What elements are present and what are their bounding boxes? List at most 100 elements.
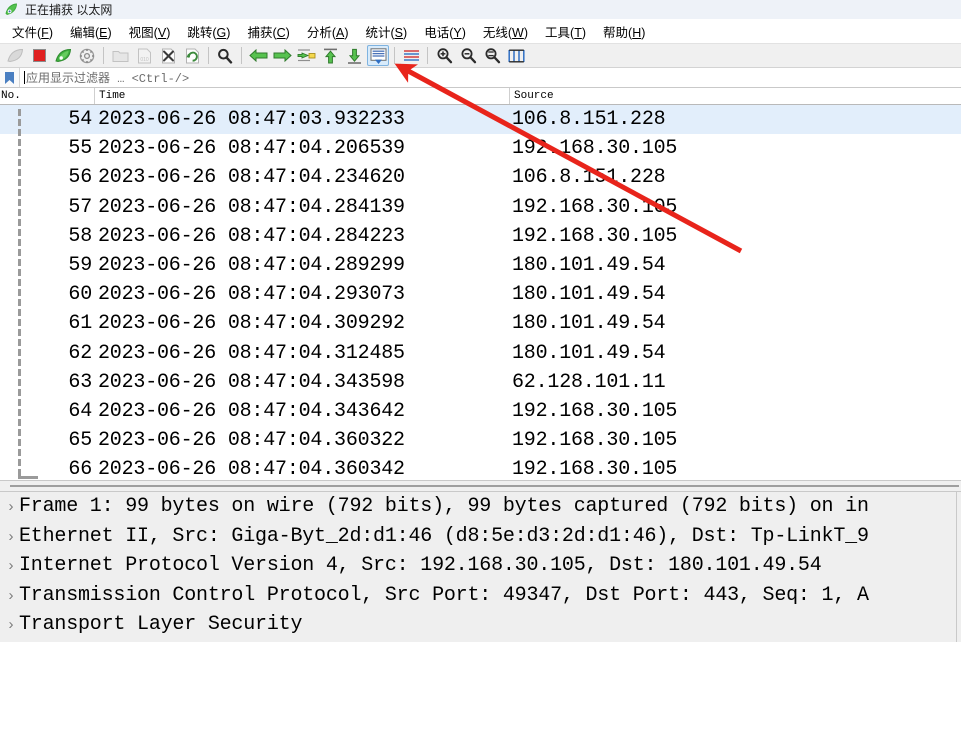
packet-bytes-pane	[0, 652, 961, 737]
packet-source-cell: 192.168.30.105	[512, 429, 678, 453]
packet-row[interactable]: 58 2023-06-26 08:47:04.284223 192.168.30.1…	[0, 221, 961, 251]
packet-row[interactable]: 62 2023-06-26 08:47:04.312485 180.101.49.5…	[0, 338, 961, 368]
packet-time-cell: 2023-06-26 08:47:04.343642	[98, 399, 405, 423]
packet-row[interactable]: 64 2023-06-26 08:47:04.343642 192.168.30.1…	[0, 396, 961, 427]
packet-detail-row[interactable]: › Internet Protocol Version 4, Src: 192.1…	[0, 551, 961, 581]
column-header-no[interactable]: No.	[1, 90, 21, 102]
packet-no-cell: 58	[68, 224, 92, 248]
menu-item-analyze[interactable]: 分析(A)	[299, 20, 358, 43]
menu-item-view[interactable]: 视图(V)	[121, 20, 180, 43]
packet-time-cell: 2023-06-26 08:47:04.289299	[98, 253, 405, 277]
expand-chevron-icon[interactable]: ›	[3, 529, 19, 544]
go-to-packet-icon[interactable]	[295, 45, 317, 66]
packet-row[interactable]: 61 2023-06-26 08:47:04.309292 180.101.49.5…	[0, 309, 961, 339]
packet-detail-text: Transport Layer Security	[19, 613, 303, 637]
capture-options-icon[interactable]	[76, 45, 98, 66]
packet-source-cell: 106.8.151.228	[512, 166, 666, 190]
packet-no-cell: 60	[68, 283, 92, 307]
svg-text:010: 010	[140, 57, 149, 63]
expand-chevron-icon[interactable]: ›	[3, 588, 19, 603]
packet-row[interactable]: 66 2023-06-26 08:47:04.360342 192.168.30.1…	[0, 455, 961, 480]
restart-capture-icon[interactable]	[52, 45, 74, 66]
packet-details-pane[interactable]: › Frame 1: 99 bytes on wire (792 bits), 9…	[0, 492, 961, 652]
go-to-last-packet-icon[interactable]	[343, 45, 365, 66]
packet-no-cell: 66	[68, 458, 92, 480]
menu-item-tools[interactable]: 工具(T)	[537, 20, 595, 43]
colorize-packets-icon[interactable]	[400, 45, 422, 66]
packet-row[interactable]: 63 2023-06-26 08:47:04.343598 62.128.101.1…	[0, 367, 961, 397]
packet-no-cell: 59	[68, 253, 92, 277]
packet-rows: 54 2023-06-26 08:47:03.932233 106.8.151.22…	[0, 105, 961, 480]
menu-item-go[interactable]: 跳转(G)	[179, 20, 239, 43]
packet-time-cell: 2023-06-26 08:47:04.284223	[98, 224, 405, 248]
expand-chevron-icon[interactable]: ›	[3, 558, 19, 573]
menu-item-file[interactable]: 文件(F)	[4, 20, 62, 43]
toolbar-separator	[394, 47, 395, 64]
save-file-icon[interactable]: 010	[133, 45, 155, 66]
packet-time-cell: 2023-06-26 08:47:04.312485	[98, 341, 405, 365]
packet-detail-row[interactable]: › Transport Layer Security	[0, 610, 961, 640]
window-title: 正在捕获 以太网	[25, 3, 113, 17]
display-filter-placeholder: 应用显示过滤器 … <Ctrl-/>	[26, 72, 190, 86]
menu-item-capture[interactable]: 捕获(C)	[239, 20, 298, 43]
packet-row[interactable]: 59 2023-06-26 08:47:04.289299 180.101.49.5…	[0, 250, 961, 281]
packet-detail-row[interactable]: › Ethernet II, Src: Giga-Byt_2d:d1:46 (d8…	[0, 522, 961, 552]
close-file-icon[interactable]	[157, 45, 179, 66]
packet-list-header: No. Time Source	[0, 88, 961, 105]
menu-item-wireless[interactable]: 无线(W)	[475, 20, 537, 43]
go-to-first-packet-icon[interactable]	[319, 45, 341, 66]
packet-no-cell: 62	[68, 341, 92, 365]
packet-no-cell: 57	[68, 195, 92, 219]
go-back-icon[interactable]	[247, 45, 269, 66]
start-capture-icon[interactable]	[4, 45, 26, 66]
packet-row[interactable]: 57 2023-06-26 08:47:04.284139 192.168.30.1…	[0, 192, 961, 222]
zoom-reset-icon[interactable]	[481, 45, 503, 66]
packet-no-cell: 65	[68, 429, 92, 453]
packet-row[interactable]: 56 2023-06-26 08:47:04.234620 106.8.151.22…	[0, 163, 961, 193]
toolbar-separator	[208, 47, 209, 64]
packet-source-cell: 192.168.30.105	[512, 195, 678, 219]
zoom-in-icon[interactable]	[433, 45, 455, 66]
open-file-icon[interactable]	[109, 45, 131, 66]
packet-row[interactable]: 65 2023-06-26 08:47:04.360322 192.168.30.1…	[0, 426, 961, 456]
title-bar: 正在捕获 以太网	[0, 0, 961, 19]
column-header-time[interactable]: Time	[99, 90, 125, 102]
expand-chevron-icon[interactable]: ›	[3, 499, 19, 514]
expand-chevron-icon[interactable]: ›	[3, 617, 19, 632]
menu-item-help[interactable]: 帮助(H)	[595, 20, 654, 43]
packet-row[interactable]: 60 2023-06-26 08:47:04.293073 180.101.49.5…	[0, 280, 961, 310]
zoom-out-icon[interactable]	[457, 45, 479, 66]
column-header-source[interactable]: Source	[514, 90, 554, 102]
text-caret	[24, 71, 25, 84]
detail-pane-filler	[0, 642, 961, 652]
column-divider[interactable]	[94, 88, 95, 104]
packet-row[interactable]: 54 2023-06-26 08:47:03.932233 106.8.151.22…	[0, 105, 961, 135]
bookmark-icon[interactable]	[0, 68, 20, 87]
menu-bar: 文件(F) 编辑(E) 视图(V) 跳转(G) 捕获(C) 分析(A) 统计(S…	[0, 19, 961, 43]
packet-detail-text: Ethernet II, Src: Giga-Byt_2d:d1:46 (d8:…	[19, 524, 869, 548]
packet-source-cell: 180.101.49.54	[512, 253, 666, 277]
pane-splitter[interactable]	[0, 480, 961, 492]
find-packet-icon[interactable]	[214, 45, 236, 66]
resize-columns-icon[interactable]	[505, 45, 527, 66]
reload-file-icon[interactable]	[181, 45, 203, 66]
packet-no-cell: 64	[68, 399, 92, 423]
menu-item-telephony[interactable]: 电话(Y)	[416, 20, 475, 43]
menu-item-statistics[interactable]: 统计(S)	[358, 20, 417, 43]
auto-scroll-icon[interactable]	[367, 45, 389, 66]
stop-capture-icon[interactable]	[28, 45, 50, 66]
detail-vertical-scrollbar[interactable]	[956, 492, 961, 642]
menu-item-edit[interactable]: 编辑(E)	[62, 20, 121, 43]
column-divider[interactable]	[509, 88, 510, 104]
packet-detail-row[interactable]: › Transmission Control Protocol, Src Port…	[0, 581, 961, 611]
packet-row[interactable]: 55 2023-06-26 08:47:04.206539 192.168.30.1…	[0, 134, 961, 164]
packet-time-cell: 2023-06-26 08:47:04.360322	[98, 429, 405, 453]
go-forward-icon[interactable]	[271, 45, 293, 66]
packet-detail-row[interactable]: › Frame 1: 99 bytes on wire (792 bits), 9…	[0, 492, 961, 522]
packet-list[interactable]: No. Time Source 54 2023-06-26 08:47:03.93…	[0, 88, 961, 480]
packet-no-cell: 56	[68, 166, 92, 190]
display-filter-input[interactable]: 应用显示过滤器 … <Ctrl-/>	[20, 68, 961, 87]
packet-time-cell: 2023-06-26 08:47:04.343598	[98, 370, 405, 394]
packet-time-cell: 2023-06-26 08:47:04.360342	[98, 458, 405, 480]
packet-no-cell: 55	[68, 137, 92, 161]
